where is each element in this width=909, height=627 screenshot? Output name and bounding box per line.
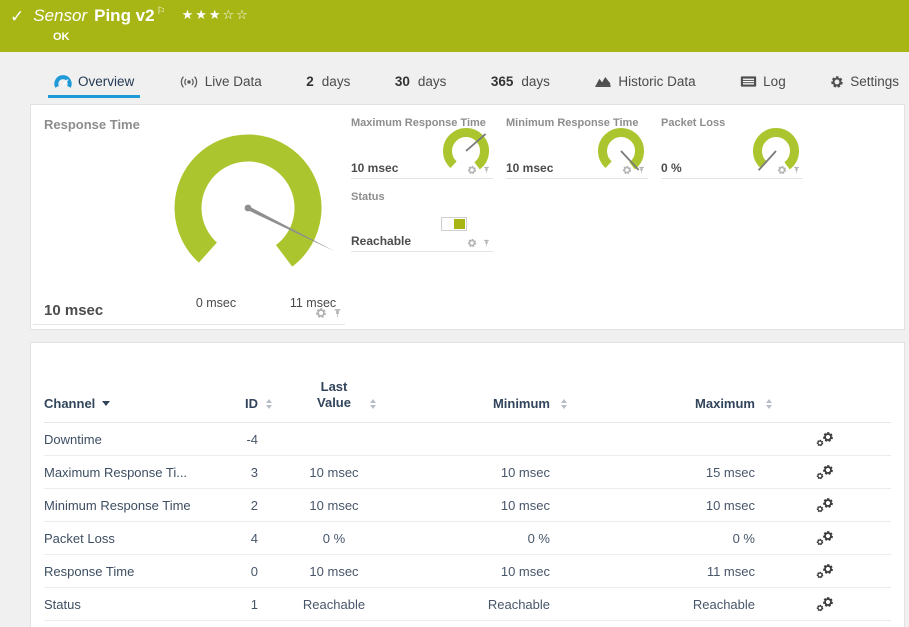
sort-descending-icon <box>102 401 110 406</box>
chart-mountain-icon <box>594 75 612 88</box>
priority-star-rating[interactable]: ★★★☆☆ <box>182 7 250 23</box>
channel-last-value-cell: 0 % <box>264 531 404 546</box>
channel-settings-gears-icon[interactable] <box>816 530 834 546</box>
channel-id-cell: 4 <box>214 531 264 546</box>
channel-maximum-cell: 15 msec <box>554 465 759 480</box>
column-header-minimum[interactable]: Minimum <box>404 396 554 411</box>
channel-minimum-cell: 10 msec <box>404 564 554 579</box>
response-time-gauge-block: Response Time 0 msec 11 msec 10 msec <box>31 105 347 329</box>
channel-settings-gears-icon[interactable] <box>816 563 834 579</box>
minimum-response-time-block: Minimum Response Time 10 msec <box>506 117 648 179</box>
sort-icon <box>766 399 772 409</box>
table-row: Packet Loss 4 0 % 0 % 0 % <box>44 522 891 555</box>
gauge-icon <box>54 75 72 89</box>
channel-maximum-cell: 0 % <box>554 531 759 546</box>
table-row: Response Time 0 10 msec 10 msec 11 msec <box>44 555 891 588</box>
table-row: Status 1 Reachable Reachable Reachable <box>44 588 891 621</box>
column-header-last-value[interactable]: Last Value <box>264 379 404 411</box>
channel-name-cell[interactable]: Response Time <box>44 564 214 579</box>
channel-last-value-cell: Reachable <box>264 597 404 612</box>
channel-maximum-cell: 10 msec <box>554 498 759 513</box>
maximum-response-time-block: Maximum Response Time 10 msec <box>351 117 493 179</box>
sensor-header: ✓ Sensor Ping v2⚐ ★★★☆☆ OK <box>0 0 909 52</box>
sensor-status-text: OK <box>53 31 70 43</box>
channel-minimum-cell: 10 msec <box>404 498 554 513</box>
channel-id-cell: 3 <box>214 465 264 480</box>
tab-log[interactable]: Log <box>734 74 792 98</box>
table-row: Maximum Response Ti... 3 10 msec 10 msec… <box>44 456 891 489</box>
channel-id-cell: 2 <box>214 498 264 513</box>
tab-live-data[interactable]: Live Data <box>173 74 268 98</box>
gear-icon[interactable] <box>467 165 477 175</box>
gauge-value: Reachable <box>351 234 411 248</box>
broadcast-icon <box>179 75 199 89</box>
gauges-panel: Response Time 0 msec 11 msec 10 msec Max… <box>30 104 905 330</box>
sensor-type-label: Sensor <box>33 6 87 26</box>
tab-2-days[interactable]: 2 days <box>300 74 356 98</box>
gauge-value: 10 msec <box>506 161 553 175</box>
channel-name-cell[interactable]: Status <box>44 597 214 612</box>
pin-icon[interactable] <box>792 165 801 175</box>
list-icon <box>740 75 757 88</box>
status-block: Status Reachable <box>351 191 493 252</box>
gear-icon[interactable] <box>622 165 632 175</box>
gauge-title: Response Time <box>44 117 140 132</box>
channel-maximum-cell: 11 msec <box>554 564 759 579</box>
tab-overview[interactable]: Overview <box>48 74 140 98</box>
channel-settings-gears-icon[interactable] <box>816 431 834 447</box>
channel-settings-gears-icon[interactable] <box>816 464 834 480</box>
channel-name-cell[interactable]: Minimum Response Time <box>44 498 214 513</box>
channel-last-value-cell: 10 msec <box>264 465 404 480</box>
channel-settings-gears-icon[interactable] <box>816 596 834 612</box>
prtg-sensor-page: ✓ Sensor Ping v2⚐ ★★★☆☆ OK Overview Live… <box>0 0 909 627</box>
channel-name-cell[interactable]: Maximum Response Ti... <box>44 465 214 480</box>
table-row: Downtime -4 <box>44 423 891 456</box>
pin-icon[interactable] <box>637 165 646 175</box>
response-time-gauge <box>163 123 333 293</box>
channel-maximum-cell: Reachable <box>554 597 759 612</box>
pin-icon[interactable] <box>482 165 491 175</box>
channel-settings-gears-icon[interactable] <box>816 497 834 513</box>
pin-icon[interactable] <box>482 238 491 248</box>
channel-id-cell: -4 <box>214 432 264 447</box>
gauge-title: Status <box>351 191 493 203</box>
status-toggle-indicator <box>441 217 467 231</box>
table-header-row: Channel ID Last Value Minimum <box>44 379 891 423</box>
channel-name-cell[interactable]: Packet Loss <box>44 531 214 546</box>
channel-id-cell: 1 <box>214 597 264 612</box>
column-header-maximum[interactable]: Maximum <box>554 396 759 411</box>
tab-30-days[interactable]: 30 days <box>389 74 453 98</box>
channel-id-cell: 0 <box>214 564 264 579</box>
channel-minimum-cell: 10 msec <box>404 465 554 480</box>
tab-bar: Overview Live Data 2 days 30 days 365 da… <box>40 62 905 98</box>
channel-last-value-cell: 10 msec <box>264 564 404 579</box>
status-ok-check-icon: ✓ <box>10 7 24 27</box>
pin-icon[interactable] <box>332 307 343 319</box>
channel-minimum-cell: Reachable <box>404 597 554 612</box>
tab-365-days[interactable]: 365 days <box>485 74 556 98</box>
channel-last-value-cell: 10 msec <box>264 498 404 513</box>
gear-icon[interactable] <box>315 307 327 319</box>
gauge-value: 0 % <box>661 161 682 175</box>
column-header-id[interactable]: ID <box>214 396 264 411</box>
table-body: Downtime -4 Maxi <box>44 423 891 621</box>
channel-minimum-cell: 0 % <box>404 531 554 546</box>
sort-icon <box>370 399 376 409</box>
channels-panel: Channel ID Last Value Minimum <box>30 342 905 627</box>
packet-loss-block: Packet Loss 0 % <box>661 117 803 179</box>
gauge-value: 10 msec <box>44 302 103 319</box>
sort-icon <box>266 399 272 409</box>
gauge-value: 10 msec <box>351 161 398 175</box>
tab-settings[interactable]: Settings <box>824 74 905 98</box>
channel-name-cell[interactable]: Downtime <box>44 432 214 447</box>
gear-icon[interactable] <box>467 238 477 248</box>
gear-icon <box>830 75 844 89</box>
tab-historic-data[interactable]: Historic Data <box>588 74 701 98</box>
column-header-channel[interactable]: Channel <box>44 396 214 411</box>
gauge-scale-min: 0 msec <box>181 296 251 310</box>
table-row: Minimum Response Time 2 10 msec 10 msec … <box>44 489 891 522</box>
flag-icon[interactable]: ⚐ <box>157 6 166 17</box>
sensor-title: Ping v2⚐ <box>94 6 165 26</box>
gear-icon[interactable] <box>777 165 787 175</box>
